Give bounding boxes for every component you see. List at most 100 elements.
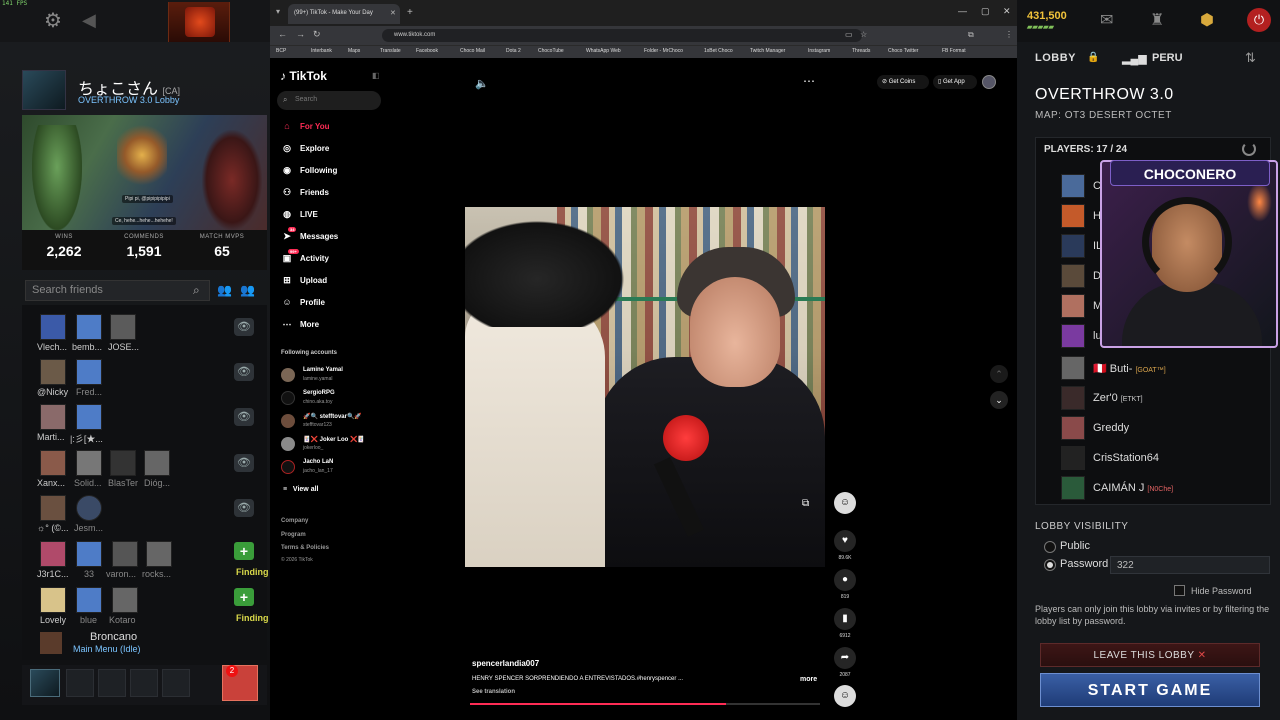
party-slot[interactable] bbox=[130, 669, 158, 697]
footer-program[interactable]: Program bbox=[281, 532, 306, 538]
player-row[interactable]: CAIMÁN J [N0Che] bbox=[1061, 476, 1266, 502]
close-icon[interactable]: ✕ bbox=[390, 9, 396, 17]
player-row[interactable]: 🇵🇪 Buti- [GOAT™] bbox=[1061, 356, 1266, 382]
eye-icon[interactable]: 👁 bbox=[234, 363, 254, 381]
power-icon[interactable]: ⏻ bbox=[1247, 8, 1271, 32]
armory-icon[interactable]: ♜ bbox=[1150, 10, 1164, 30]
get-app-button[interactable]: ▯ Get App bbox=[933, 75, 977, 89]
avatar[interactable] bbox=[30, 669, 60, 697]
see-translation-link[interactable]: See translation bbox=[472, 689, 515, 695]
nav-messages[interactable]: ➤ 34 Messages bbox=[280, 227, 338, 249]
bookmark[interactable]: Choco Twitter bbox=[888, 48, 918, 54]
bookmark[interactable]: 1xBet Choco bbox=[704, 48, 733, 54]
friend-group-row[interactable]: Lovely blue Kotaro + Finding bbox=[22, 583, 269, 628]
eye-icon[interactable]: 👁 bbox=[234, 454, 254, 472]
friend-group-row[interactable]: @Nicky Fred... 👁 bbox=[22, 355, 262, 400]
bookmark[interactable]: Folder - MrChoco bbox=[644, 48, 683, 54]
picture-in-picture-icon[interactable]: ⧉ bbox=[802, 498, 809, 509]
bookmark[interactable]: ChocoTube bbox=[538, 48, 564, 54]
previous-video-button[interactable]: ⌃ bbox=[990, 365, 1008, 383]
party-slot[interactable] bbox=[66, 669, 94, 697]
save-button[interactable]: ▮ 6912 bbox=[833, 608, 857, 639]
nav-more[interactable]: ⋯ More bbox=[280, 319, 320, 337]
bookmark[interactable]: Threads bbox=[852, 48, 870, 54]
leave-lobby-button[interactable]: LEAVE THIS LOBBY ✕ bbox=[1040, 643, 1260, 667]
extensions-icon[interactable]: ⧉ bbox=[968, 30, 974, 40]
following-account[interactable]: SergioRPG chino.aka.toy bbox=[281, 389, 391, 411]
eye-icon[interactable]: 👁 bbox=[234, 318, 254, 336]
friend-group-row[interactable]: Vlech... bemb... JOSE... 👁 bbox=[22, 310, 262, 355]
collapse-sidebar-icon[interactable]: ◧ bbox=[372, 71, 380, 80]
nav-upload[interactable]: ⊞ Upload bbox=[280, 275, 327, 293]
search-input[interactable]: Search bbox=[277, 91, 381, 110]
public-radio[interactable] bbox=[1044, 541, 1056, 553]
menu-icon[interactable]: ⋮ bbox=[1005, 30, 1013, 39]
plus-icon[interactable]: + bbox=[234, 542, 254, 560]
password-radio[interactable] bbox=[1044, 559, 1056, 571]
password-input[interactable]: 322 bbox=[1110, 556, 1270, 574]
bookmark[interactable]: Choco Mail bbox=[460, 48, 485, 54]
star-icon[interactable]: ☆ bbox=[860, 30, 867, 39]
bookmark[interactable]: Dota 2 bbox=[506, 48, 521, 54]
search-icon[interactable]: ⌕ bbox=[193, 283, 200, 298]
nav-following[interactable]: ◉ Following bbox=[280, 165, 337, 183]
creator-avatar[interactable]: ☺ bbox=[833, 492, 857, 514]
tiktok-logo[interactable]: ♪ TikTok bbox=[280, 69, 327, 83]
bookmark[interactable]: BCP bbox=[276, 48, 286, 54]
search-friends-input[interactable]: Search friends bbox=[25, 280, 210, 301]
bookmark[interactable]: Interbank bbox=[311, 48, 332, 54]
nav-live[interactable]: ◍ LIVE bbox=[280, 209, 318, 227]
friend-broncano[interactable]: Broncano Main Menu (Idle) bbox=[40, 630, 260, 658]
nav-friends[interactable]: ⚇ Friends bbox=[280, 187, 329, 205]
back-arrow-icon[interactable]: ◀ bbox=[82, 10, 96, 31]
footer-terms[interactable]: Terms & Policies bbox=[281, 545, 329, 551]
party-slot[interactable] bbox=[98, 669, 126, 697]
party-slot[interactable] bbox=[162, 669, 190, 697]
back-button[interactable]: ← bbox=[278, 29, 287, 39]
minimize-button[interactable]: — bbox=[958, 6, 967, 16]
plus-icon[interactable]: + bbox=[234, 588, 254, 606]
window-close-button[interactable]: ✕ bbox=[1003, 6, 1011, 17]
volume-icon[interactable]: 🔈 bbox=[475, 77, 489, 90]
gear-icon[interactable]: ⚙ bbox=[42, 10, 64, 32]
eye-icon[interactable]: 👁 bbox=[234, 499, 254, 517]
following-account[interactable]: 🚀🔍 stefftovar🔍🚀 stefftovar123 bbox=[281, 412, 391, 434]
player-row[interactable]: Greddy bbox=[1061, 416, 1266, 442]
reload-button[interactable]: ↻ bbox=[313, 29, 321, 40]
bookmark[interactable]: Facebook bbox=[416, 48, 438, 54]
video-author[interactable]: spencerlandia007 bbox=[472, 659, 539, 668]
footer-company[interactable]: Company bbox=[281, 518, 308, 524]
bookmark[interactable]: Twitch Manager bbox=[750, 48, 785, 54]
friend-group-row[interactable]: Marti... |:彡[★... 👁 bbox=[22, 400, 262, 445]
avatar[interactable] bbox=[982, 75, 996, 89]
dota-logo-button[interactable] bbox=[168, 2, 230, 42]
following-account[interactable]: 🃏❌ Joker Loo ❌🃏 jokerloo_ bbox=[281, 435, 391, 457]
following-account[interactable]: Jacho LaN jacho_lan_17 bbox=[281, 458, 391, 480]
get-coins-button[interactable]: ⊘ Get Coins bbox=[877, 75, 929, 89]
view-all-link[interactable]: ≡ View all bbox=[283, 486, 318, 493]
share-button[interactable]: ➦ 2087 bbox=[833, 647, 857, 678]
hide-password-checkbox[interactable] bbox=[1174, 585, 1185, 596]
forward-button[interactable]: → bbox=[296, 29, 305, 39]
bookmark[interactable]: Translate bbox=[380, 48, 401, 54]
nav-activity[interactable]: ▣ 99+ Activity bbox=[280, 249, 329, 271]
friends-list-icon[interactable]: 👥 bbox=[240, 283, 255, 297]
video-progress-bar[interactable] bbox=[470, 703, 820, 705]
bookmark[interactable]: FB Format bbox=[942, 48, 966, 54]
player-profile[interactable]: ちょこさん [CA] OVERTHROW 3.0 Lobby bbox=[22, 70, 267, 112]
add-friend-icon[interactable]: 👥 bbox=[217, 283, 232, 297]
video-player[interactable] bbox=[465, 207, 825, 567]
nav-profile[interactable]: ☺ Profile bbox=[280, 297, 325, 315]
friend-group-row[interactable]: J3r1C... 33 varon... rocks... + Finding bbox=[22, 537, 269, 582]
following-account[interactable]: Lamine Yamal lamine.yamal bbox=[281, 366, 391, 388]
bookmark[interactable]: WhatsApp Web bbox=[586, 48, 621, 54]
player-row[interactable]: CrisStation64 bbox=[1061, 446, 1266, 472]
url-input[interactable]: www.tiktok.com bbox=[382, 29, 862, 42]
tab-search-icon[interactable]: ▾ bbox=[276, 7, 280, 16]
sound-disc[interactable]: ☺ bbox=[833, 685, 857, 707]
new-tab-button[interactable]: + bbox=[407, 7, 413, 18]
tab-tiktok[interactable]: (99+) TikTok - Make Your Day bbox=[288, 4, 400, 24]
more-options-icon[interactable]: ⋯ bbox=[803, 74, 815, 88]
eye-icon[interactable]: 👁 bbox=[234, 408, 254, 426]
next-video-button[interactable]: ⌄ bbox=[990, 391, 1008, 409]
